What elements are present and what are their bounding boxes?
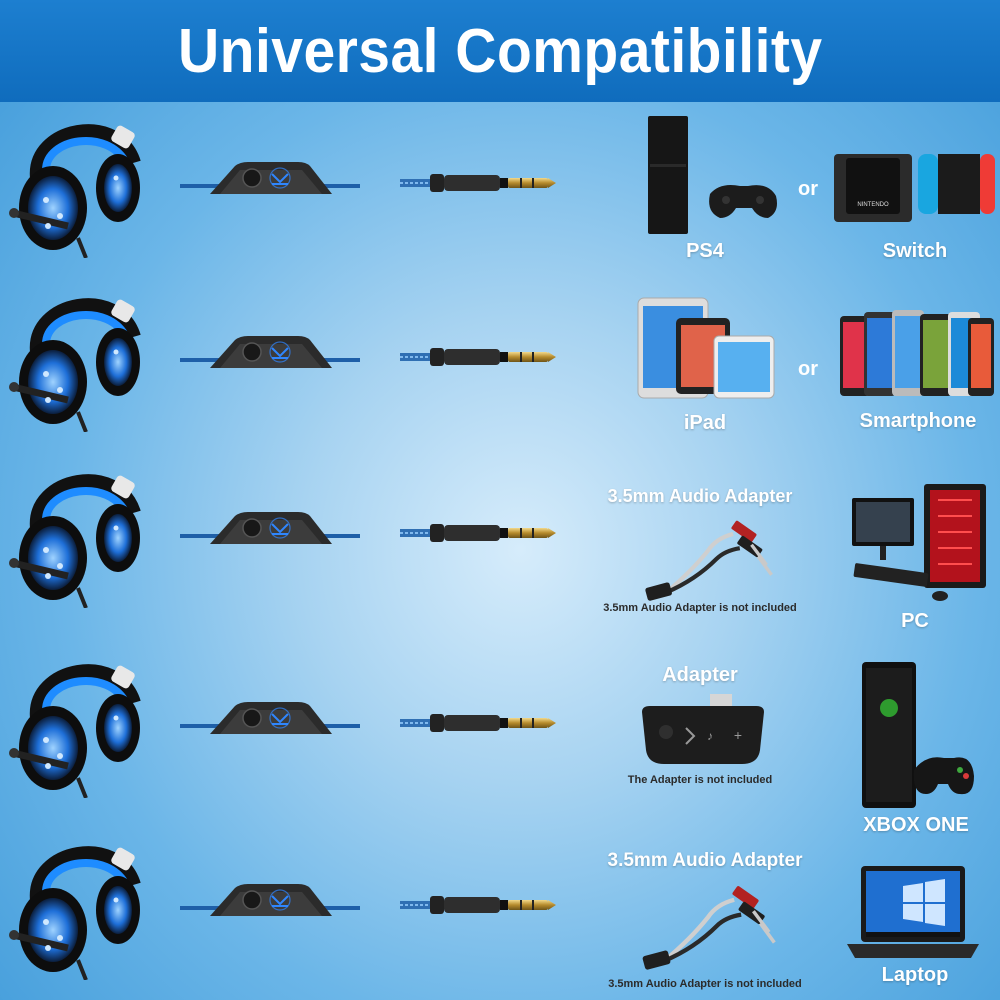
compat-row-5: 3.5mm Audio Adapter 3.5mm Audio Adapter … xyxy=(0,830,1000,1000)
banner-title: Universal Compatibility xyxy=(177,16,823,86)
device-label-switch: Switch xyxy=(882,240,948,262)
compat-row-1: or NINTENDO PS4 Switch xyxy=(0,108,1000,278)
headset-icon xyxy=(8,830,146,980)
svg-text:+: + xyxy=(734,727,742,743)
device-label-laptop: Laptop xyxy=(881,964,949,986)
adapter-title: 3.5mm Audio Adapter xyxy=(607,850,803,871)
svg-text:♪: ♪ xyxy=(707,729,713,743)
smartphone-icon xyxy=(840,310,994,396)
device-label-smartphone: Smartphone xyxy=(859,410,977,432)
adapter-note: 3.5mm Audio Adapter is not included xyxy=(608,978,802,990)
headset-icon xyxy=(8,648,146,798)
audio-jack-plug-icon xyxy=(400,518,560,548)
volume-controller-icon xyxy=(180,334,360,374)
volume-controller-icon xyxy=(180,160,360,200)
xbox-headset-adapter-icon: ♪ + xyxy=(642,694,764,764)
compat-row-2: or iPad Smartphone xyxy=(0,282,1000,452)
or-connector: or xyxy=(798,178,818,200)
device-label-ipad: iPad xyxy=(683,412,727,434)
adapter-title: Adapter xyxy=(662,664,738,686)
compat-row-4: Adapter ♪ + The Adapter is not included … xyxy=(0,648,1000,836)
volume-controller-icon xyxy=(180,510,360,550)
ipad-icon xyxy=(637,297,775,399)
gaming-pc-icon xyxy=(852,484,986,601)
volume-controller-icon xyxy=(180,882,360,922)
xbox-console-icon xyxy=(862,662,974,808)
audio-jack-plug-icon xyxy=(400,708,560,738)
audio-jack-plug-icon xyxy=(400,168,560,198)
adapter-title: 3.5mm Audio Adapter xyxy=(607,486,793,506)
laptop-icon xyxy=(847,866,979,958)
device-label-ps4: PS4 xyxy=(686,240,724,262)
audio-jack-plug-icon xyxy=(400,342,560,372)
or-connector: or xyxy=(798,358,818,380)
audio-jack-plug-icon xyxy=(400,890,560,920)
adapter-note: The Adapter is not included xyxy=(627,774,773,786)
device-label-pc: PC xyxy=(901,610,929,632)
banner: Universal Compatibility xyxy=(0,0,1000,102)
adapter-note: 3.5mm Audio Adapter is not included xyxy=(603,602,797,614)
headset-icon xyxy=(8,458,146,608)
svg-text:NINTENDO: NINTENDO xyxy=(857,202,889,208)
headset-icon xyxy=(8,282,146,432)
y-splitter-cable-icon xyxy=(628,878,788,974)
nintendo-switch-icon: NINTENDO xyxy=(834,154,995,222)
y-splitter-cable-icon xyxy=(628,513,788,605)
compat-row-3: 3.5mm Audio Adapter 3.5mm Audio Adapter … xyxy=(0,458,1000,632)
ps4-console-icon xyxy=(648,116,777,234)
headset-icon xyxy=(8,108,146,258)
volume-controller-icon xyxy=(180,700,360,740)
